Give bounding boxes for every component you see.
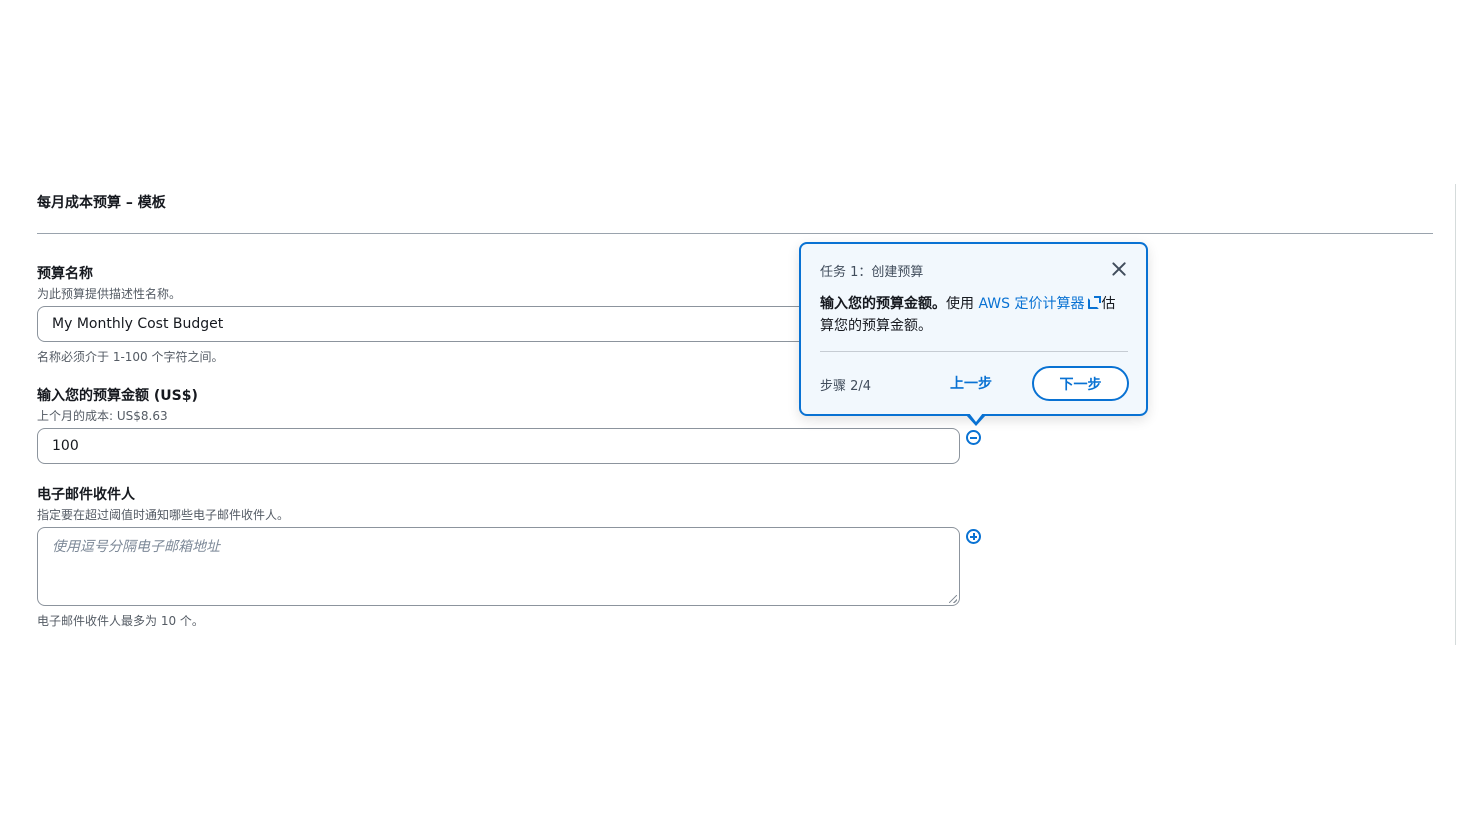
step-indicator: 步骤 2/4 bbox=[820, 379, 872, 394]
close-icon[interactable] bbox=[1110, 260, 1128, 278]
budget-name-constraint: 名称必须介于 1-100 个字符之间。 bbox=[37, 350, 224, 364]
pricing-calculator-link-text: AWS 定价计算器 bbox=[978, 296, 1085, 312]
budget-name-description: 为此预算提供描述性名称。 bbox=[37, 287, 182, 301]
popover-task-title: 任务 1：创建预算 bbox=[820, 265, 924, 280]
popover-divider bbox=[820, 351, 1128, 352]
resize-handle[interactable] bbox=[949, 595, 957, 603]
popover-body-pre: 使用 bbox=[946, 296, 979, 312]
previous-step-button[interactable]: 上一步 bbox=[950, 373, 992, 393]
plus-circle-icon[interactable] bbox=[966, 529, 981, 544]
pricing-calculator-link[interactable]: AWS 定价计算器 bbox=[978, 296, 1102, 312]
budget-name-value: My Monthly Cost Budget bbox=[52, 316, 224, 332]
budget-name-label: 预算名称 bbox=[37, 266, 93, 282]
section-divider bbox=[37, 233, 1433, 234]
section-title: 每月成本预算 – 模板 bbox=[37, 195, 166, 211]
budget-amount-value: 100 bbox=[52, 438, 79, 454]
next-step-label: 下一步 bbox=[1059, 376, 1102, 393]
minus-circle-icon[interactable] bbox=[966, 430, 981, 445]
panel-right-border bbox=[1455, 184, 1456, 645]
budget-template-page: 每月成本预算 – 模板 预算名称 为此预算提供描述性名称。 My Monthly… bbox=[0, 0, 1478, 830]
email-recipients-placeholder: 使用逗号分隔电子邮箱地址 bbox=[52, 539, 220, 555]
email-recipients-textarea[interactable]: 使用逗号分隔电子邮箱地址 bbox=[37, 527, 960, 606]
budget-amount-label: 输入您的预算金额 (US$) bbox=[37, 388, 198, 404]
email-recipients-label: 电子邮件收件人 bbox=[37, 487, 135, 503]
email-recipients-constraint: 电子邮件收件人最多为 10 个。 bbox=[37, 614, 204, 628]
budget-amount-input[interactable]: 100 bbox=[37, 428, 960, 464]
tutorial-popover: 任务 1：创建预算 输入您的预算金额。使用 AWS 定价计算器 估算您的预算金额。… bbox=[799, 242, 1148, 416]
popover-body: 输入您的预算金额。使用 AWS 定价计算器 估算您的预算金额。 bbox=[820, 293, 1120, 337]
popover-arrow-fill bbox=[969, 413, 983, 422]
external-link-icon bbox=[1088, 296, 1102, 309]
email-recipients-description: 指定要在超过阈值时通知哪些电子邮件收件人。 bbox=[37, 508, 290, 522]
next-step-button[interactable]: 下一步 bbox=[1032, 366, 1129, 401]
popover-body-bold: 输入您的预算金额。 bbox=[820, 296, 946, 312]
last-month-cost: 上个月的成本: US$8.63 bbox=[37, 409, 168, 423]
